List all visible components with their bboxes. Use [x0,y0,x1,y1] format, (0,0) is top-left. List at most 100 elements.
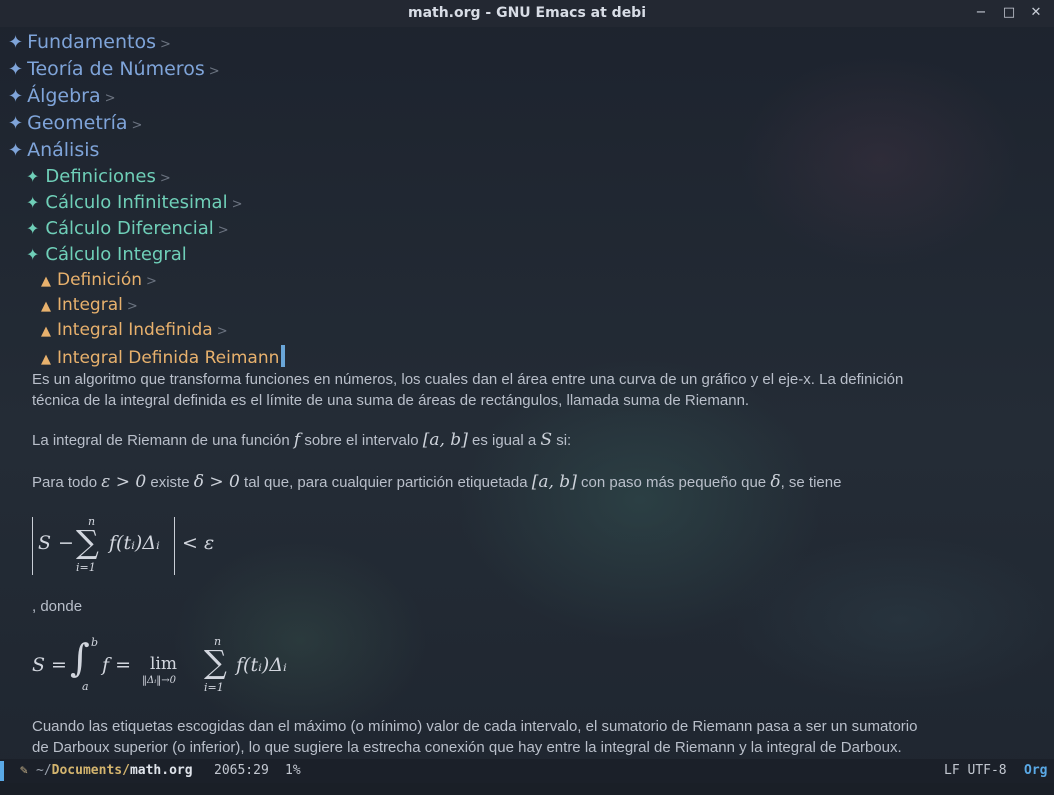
math-inline: S [540,430,553,450]
math-inline: [a, b] [531,472,577,492]
emacs-window: math.org - GNU Emacs at debi − □ ✕ ✦ Fund… [0,0,1054,795]
heading-label: Integral [57,295,123,315]
eq-lim-sub: ‖Δᵢ‖→0 [142,675,176,686]
heading-star-icon: ✦ [8,86,24,107]
path-prefix: ~/ [36,763,52,778]
minimize-button[interactable]: − [972,4,990,22]
buffer-percent: 1% [285,763,301,778]
fold-indicator-icon: > [208,64,220,79]
buffer-area[interactable]: ✦ Fundamentos > ✦ Teoría de Números > ✦ Álgeb… [0,27,1054,759]
heading-triangle-icon: ▲ [41,324,51,339]
paragraph-line: de Darboux superior (o inferior), lo que… [32,739,902,756]
paragraph-darboux: Cuando las etiquetas escogidas dan el má… [32,716,1032,758]
eq-integral-upper: b [91,636,99,649]
text-run: tal que, para cualquier partición etique… [239,474,532,491]
title-bar: math.org - GNU Emacs at debi − □ ✕ [0,0,1054,27]
eq-sum-sign: ∑ [204,643,227,681]
text-run: , se tiene [780,474,842,491]
abs-bar-left [32,517,33,575]
maximize-button[interactable]: □ [1000,4,1018,22]
heading-triangle-icon: ▲ [41,352,51,367]
heading-fundamentos[interactable]: ✦ Fundamentos > [8,31,171,53]
heading-label: Cálculo Integral [45,244,187,265]
text-run: es igual a [467,432,541,449]
heading-label: Geometría [27,112,128,134]
heading-label: Cálculo Infinitesimal [45,192,228,213]
text-run: Para todo [32,474,102,491]
heading-calculo-integral[interactable]: ✦ Cálculo Integral [26,244,187,265]
paragraph-line: Es un algoritmo que transforma funciones… [32,371,904,388]
mode-line-indicator [0,761,4,781]
heading-definicion[interactable]: ▲ Definición > [41,270,157,290]
heading-label: Definiciones [45,166,156,187]
eq-rhs: < ε [182,532,215,554]
fold-indicator-icon: > [216,324,228,339]
paragraph-definition: Es un algoritmo que transforma funciones… [32,369,1032,411]
heading-label: Integral Indefinida [57,320,213,340]
echo-area[interactable] [0,783,1054,795]
math-inline: δ > 0 [193,472,240,492]
text-run: con paso más pequeño que [576,474,771,491]
heading-label: Teoría de Números [27,58,205,80]
heading-definiciones[interactable]: ✦ Definiciones > [26,166,171,187]
heading-integral[interactable]: ▲ Integral > [41,295,138,315]
equation-riemann-integral: S = ∫ b a f = lim ‖Δᵢ‖→0 n ∑ i=1 f(tᵢ)Δᵢ [32,634,332,698]
heading-star-icon: ✦ [26,219,40,238]
paragraph-line: técnica de la integral definida es el lí… [32,392,750,409]
path-directory: Documents/ [51,763,130,778]
text-run: si: [552,432,572,449]
eq-integral-sign: ∫ [70,636,90,680]
heading-calculo-diferencial[interactable]: ✦ Cálculo Diferencial > [26,218,229,239]
eq-f: f = [102,654,131,676]
mode-line: ✎ ~/Documents/math.org 2065:29 1% LF UTF… [0,759,1054,783]
heading-star-icon: ✦ [8,32,24,53]
fold-indicator-icon: > [159,171,171,186]
heading-analisis[interactable]: ✦ Análisis [8,139,99,161]
paragraph-riemann-intro: La integral de Riemann de una función f … [32,430,1032,451]
heading-label: Álgebra [27,85,101,107]
buffer-path[interactable]: ~/Documents/math.org [36,763,193,778]
heading-geometria[interactable]: ✦ Geometría > [8,112,142,134]
heading-label: Fundamentos [27,31,156,53]
fold-indicator-icon: > [217,223,229,238]
heading-star-icon: ✦ [26,167,40,186]
close-button[interactable]: ✕ [1027,4,1045,22]
eq-sum-sign: ∑ [76,523,99,561]
math-inline: [a, b] [422,430,468,450]
math-inline: δ [770,472,781,492]
fold-indicator-icon: > [159,37,171,52]
heading-algebra[interactable]: ✦ Álgebra > [8,85,116,107]
heading-integral-definida-reimann[interactable]: ▲ Integral Definida Reimann [41,345,286,368]
heading-star-icon: ✦ [8,140,24,161]
heading-star-icon: ✦ [26,193,40,212]
heading-calculo-infinitesimal[interactable]: ✦ Cálculo Infinitesimal > [26,192,243,213]
math-inline: ε > 0 [101,472,147,492]
heading-triangle-icon: ▲ [41,274,51,289]
text-run: sobre el intervalo [300,432,423,449]
heading-triangle-icon: ▲ [41,299,51,314]
text-run: La integral de Riemann de una función [32,432,294,449]
paragraph-donde: , donde [32,598,83,615]
eq-symbol: S [38,532,52,554]
equation-riemann-condition: S − n ∑ i=1 f(tᵢ)Δᵢ < ε [32,513,252,579]
eq-lim: lim [150,654,177,674]
fold-indicator-icon: > [126,299,138,314]
encoding-indicator[interactable]: LF UTF-8 [944,763,1007,778]
text-cursor [281,345,286,367]
paragraph-line: Cuando las etiquetas escogidas dan el má… [32,718,918,735]
heading-integral-indefinida[interactable]: ▲ Integral Indefinida > [41,320,228,340]
major-mode[interactable]: Org [1024,763,1047,778]
heading-label: Definición [57,270,142,290]
eq-sum-lower: i=1 [76,561,96,574]
heading-label: Cálculo Diferencial [45,218,214,239]
paragraph-condition: Para todo ε > 0 existe δ > 0 tal que, pa… [32,472,1032,493]
eq-term: f(tᵢ)Δᵢ [236,654,287,676]
heading-star-icon: ✦ [26,245,40,264]
eq-sum-lower: i=1 [204,681,224,694]
fold-indicator-icon: > [131,118,143,133]
heading-teoria-de-numeros[interactable]: ✦ Teoría de Números > [8,58,220,80]
window-title: math.org - GNU Emacs at debi [407,5,647,21]
buffer-file-name: math.org [129,763,193,778]
edit-icon: ✎ [20,763,28,778]
eq-term: f(tᵢ)Δᵢ [109,532,160,554]
